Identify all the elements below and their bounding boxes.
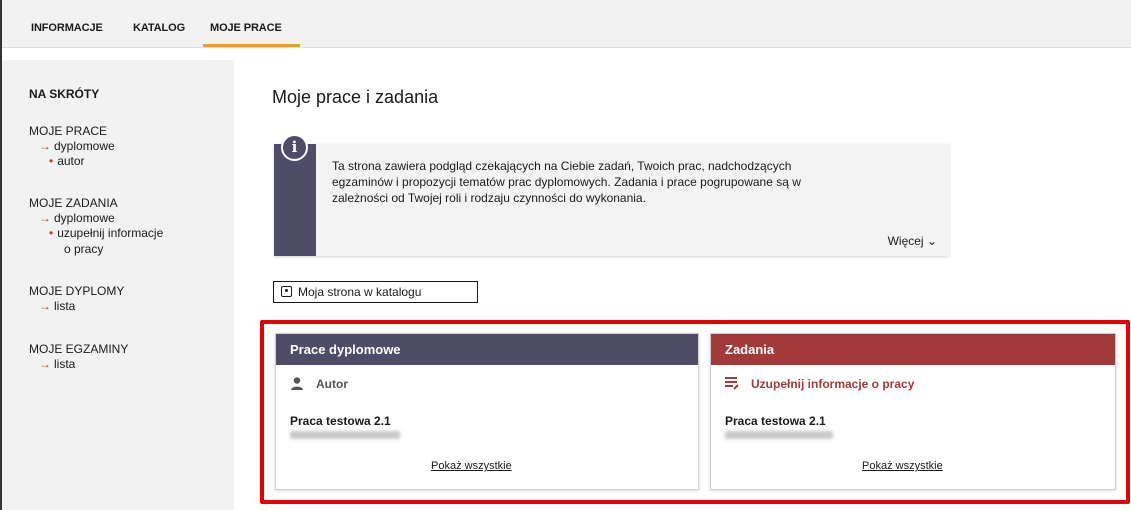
arrow-right-icon: →: [39, 357, 51, 371]
tab-informacje[interactable]: INFORMACJE: [31, 22, 103, 34]
arrow-right-icon: →: [39, 139, 51, 153]
sidebar: NA SKRÓTY MOJE PRACE → dyplomowe • autor M…: [2, 60, 234, 510]
active-tab-indicator: [203, 44, 300, 47]
tab-moje-prace[interactable]: MOJE PRACE: [210, 22, 282, 34]
info-icon: i: [281, 134, 308, 161]
sidebar-group-moje-dyplomy[interactable]: MOJE DYPLOMY: [29, 284, 124, 298]
bullet-icon: •: [49, 226, 54, 240]
sidebar-item-dyplomowe[interactable]: → dyplomowe: [39, 139, 115, 153]
highlight-annotation: [260, 320, 1130, 504]
sidebar-group-moje-zadania[interactable]: MOJE ZADANIA: [29, 196, 118, 210]
catalog-page-button[interactable]: Moja strona w katalogu: [273, 281, 478, 303]
arrow-right-icon: →: [39, 211, 51, 225]
profile-card-icon: [281, 286, 292, 297]
sidebar-heading: NA SKRÓTY: [29, 87, 100, 101]
top-navigation: INFORMACJE KATALOG MOJE PRACE: [2, 0, 1131, 48]
page-title: Moje prace i zadania: [272, 87, 439, 107]
sidebar-group-moje-egzaminy[interactable]: MOJE EGZAMINY: [29, 342, 128, 356]
more-button[interactable]: Więcej ⌄: [888, 234, 937, 248]
info-box: i Ta strona zawiera podgląd czekających …: [274, 134, 949, 256]
sidebar-item-o-pracy[interactable]: o pracy: [64, 242, 103, 256]
info-text: Ta strona zawiera podgląd czekających na…: [332, 159, 801, 205]
arrow-right-icon: →: [39, 299, 51, 313]
sidebar-item-lista[interactable]: → lista: [39, 299, 75, 313]
tab-katalog[interactable]: KATALOG: [133, 22, 185, 34]
sidebar-group-moje-prace[interactable]: MOJE PRACE: [29, 124, 107, 138]
sidebar-item-autor[interactable]: • autor: [49, 154, 85, 168]
bullet-icon: •: [49, 154, 54, 168]
sidebar-item-lista[interactable]: → lista: [39, 357, 75, 371]
sidebar-item-uzupelnij-informacje[interactable]: • uzupełnij informacje: [49, 226, 163, 240]
sidebar-item-dyplomowe[interactable]: → dyplomowe: [39, 211, 115, 225]
